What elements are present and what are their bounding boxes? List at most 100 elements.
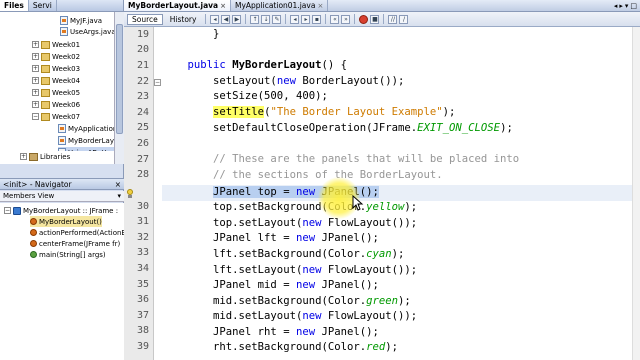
- package-icon: [41, 40, 50, 49]
- code-line-36: JPanel mid = new JPanel();: [213, 279, 379, 291]
- code-line-28: // These are the panels that will be pla…: [213, 153, 520, 165]
- line-number: 39: [136, 341, 149, 352]
- chevron-down-icon[interactable]: ▾: [117, 192, 121, 200]
- last-edit-icon[interactable]: ◂: [210, 14, 220, 24]
- source-button[interactable]: Source: [127, 13, 163, 25]
- library-icon: [29, 152, 38, 161]
- back-icon[interactable]: ◀: [221, 14, 231, 24]
- comment-icon[interactable]: //: [388, 14, 398, 24]
- find-next-icon[interactable]: ↓: [261, 14, 271, 24]
- code-line-33: JPanel lft = new JPanel();: [213, 232, 379, 244]
- history-button[interactable]: History: [165, 14, 202, 25]
- toolbar-separator: [383, 14, 385, 24]
- code-line-37: mid.setBackground(Color.green);: [213, 295, 411, 307]
- tree-item-week02[interactable]: + Week02: [32, 51, 80, 62]
- line-number: 30: [136, 201, 149, 212]
- navigator-item-main[interactable]: main(String[] args): [30, 249, 106, 260]
- toolbar-separator: [354, 14, 356, 24]
- expand-icon[interactable]: +: [20, 153, 27, 160]
- expand-icon[interactable]: +: [32, 89, 39, 96]
- tab-myapplication01[interactable]: MyApplication01.java ×: [231, 0, 329, 11]
- toggle-highlight-icon[interactable]: ✎: [272, 14, 282, 24]
- maximize-icon[interactable]: □: [630, 2, 637, 10]
- lightbulb-icon[interactable]: [126, 189, 134, 199]
- line-number: 23: [136, 91, 149, 102]
- code-editor: MyBorderLayout.java × MyApplication01.jav…: [124, 0, 640, 360]
- expand-icon[interactable]: +: [32, 41, 39, 48]
- code-area[interactable]: } public MyBorderLayout() { setLayout(ne…: [162, 27, 632, 360]
- navigator-tree: − MyBorderLayout :: JFrame : MyBorderLayo…: [0, 203, 124, 360]
- fold-gutter: −: [154, 27, 162, 360]
- tree-item-myborderlayout[interactable]: MyBorderLay: [58, 135, 114, 146]
- navigator-view-selector[interactable]: Members View ▾: [0, 191, 124, 202]
- java-file-icon: [58, 136, 66, 145]
- code-line-24: setSize(500, 400);: [213, 90, 328, 102]
- code-line-25: setTitle("The Border Layout Example");: [213, 106, 456, 118]
- navigator-item-constructor[interactable]: MyBorderLayout(): [30, 216, 102, 227]
- editor-toolbar: Source History ◂ ◀ ▶ ↑ ↓ ✎ ◂ ▸ ▪ « » ■ /…: [124, 12, 640, 27]
- editor-tabbar: MyBorderLayout.java × MyApplication01.jav…: [124, 0, 640, 12]
- scrollbar-thumb[interactable]: [116, 24, 123, 134]
- static-method-icon: [30, 251, 37, 258]
- previous-bookmark-icon[interactable]: ◂: [290, 14, 300, 24]
- method-icon: [30, 240, 37, 247]
- tree-item-week07[interactable]: − Week07: [32, 111, 80, 122]
- line-number-gutter[interactable]: 19 20 21 22 23 24 25 26 27 28 30 31 32 3…: [124, 27, 154, 360]
- line-number: 28: [136, 169, 149, 180]
- line-number: 34: [136, 263, 149, 274]
- shift-right-icon[interactable]: »: [341, 14, 351, 24]
- collapse-icon[interactable]: −: [32, 113, 39, 120]
- line-number: 20: [136, 44, 149, 55]
- tree-item-myjf[interactable]: MyJF.java: [60, 15, 102, 26]
- navigator-item-centerframe[interactable]: centerFrame(JFrame fr): [30, 238, 120, 249]
- java-file-icon: [60, 16, 68, 25]
- java-file-icon: [58, 124, 66, 133]
- expand-icon[interactable]: +: [32, 101, 39, 108]
- line-number: 36: [136, 294, 149, 305]
- shift-left-icon[interactable]: «: [330, 14, 340, 24]
- code-line-32: top.setLayout(new FlowLayout());: [213, 217, 418, 229]
- expand-icon[interactable]: +: [32, 53, 39, 60]
- arrow-right-icon[interactable]: ▸: [619, 2, 623, 10]
- line-number: 25: [136, 122, 149, 133]
- collapse-icon[interactable]: −: [154, 79, 161, 86]
- tab-files[interactable]: Files: [0, 0, 29, 11]
- arrow-left-icon[interactable]: ◂: [614, 2, 618, 10]
- close-tab-icon[interactable]: ×: [317, 2, 323, 10]
- code-line-40: rht.setBackground(Color.red);: [213, 341, 399, 353]
- forward-icon[interactable]: ▶: [232, 14, 242, 24]
- code-line-23: setLayout(new BorderLayout());: [213, 75, 405, 87]
- tree-item-useargs[interactable]: UseArgs.java: [60, 26, 114, 37]
- tree-item-week01[interactable]: + Week01: [32, 39, 80, 50]
- tab-myborderlayout[interactable]: MyBorderLayout.java ×: [124, 0, 231, 11]
- tab-services[interactable]: Servi: [29, 0, 57, 11]
- uncomment-icon[interactable]: /: [399, 14, 409, 24]
- code-line-29: // the sections of the BorderLayout.: [213, 169, 443, 181]
- toolbar-separator: [285, 14, 287, 24]
- next-bookmark-icon[interactable]: ▸: [301, 14, 311, 24]
- navigator-item-class[interactable]: − MyBorderLayout :: JFrame :: [4, 205, 118, 216]
- stop-macro-icon[interactable]: ■: [370, 14, 380, 24]
- expand-icon[interactable]: +: [32, 77, 39, 84]
- line-number: 24: [136, 107, 149, 118]
- chevron-down-icon[interactable]: ▾: [625, 2, 629, 10]
- code-line-39: JPanel rht = new JPanel();: [213, 326, 379, 338]
- line-number: 27: [136, 154, 149, 165]
- tree-item-week06[interactable]: + Week06: [32, 99, 80, 110]
- expand-icon[interactable]: +: [32, 65, 39, 72]
- close-icon[interactable]: ×: [115, 180, 121, 189]
- start-macro-icon[interactable]: [359, 14, 369, 24]
- tree-item-myapplication[interactable]: MyApplication: [58, 123, 114, 134]
- find-previous-icon[interactable]: ↑: [250, 14, 260, 24]
- tree-item-week03[interactable]: + Week03: [32, 63, 80, 74]
- navigator-view-label: Members View: [3, 192, 55, 200]
- tree-item-libraries[interactable]: + Libraries: [20, 151, 114, 162]
- error-stripe[interactable]: [632, 27, 640, 360]
- close-tab-icon[interactable]: ×: [220, 2, 226, 10]
- tree-item-week04[interactable]: + Week04: [32, 75, 80, 86]
- navigator-item-actionperformed[interactable]: actionPerformed(ActionE: [30, 227, 124, 238]
- tree-item-week05[interactable]: + Week05: [32, 87, 80, 98]
- toggle-bookmark-icon[interactable]: ▪: [312, 14, 322, 24]
- collapse-icon[interactable]: −: [4, 207, 11, 214]
- line-number: 22: [136, 76, 149, 87]
